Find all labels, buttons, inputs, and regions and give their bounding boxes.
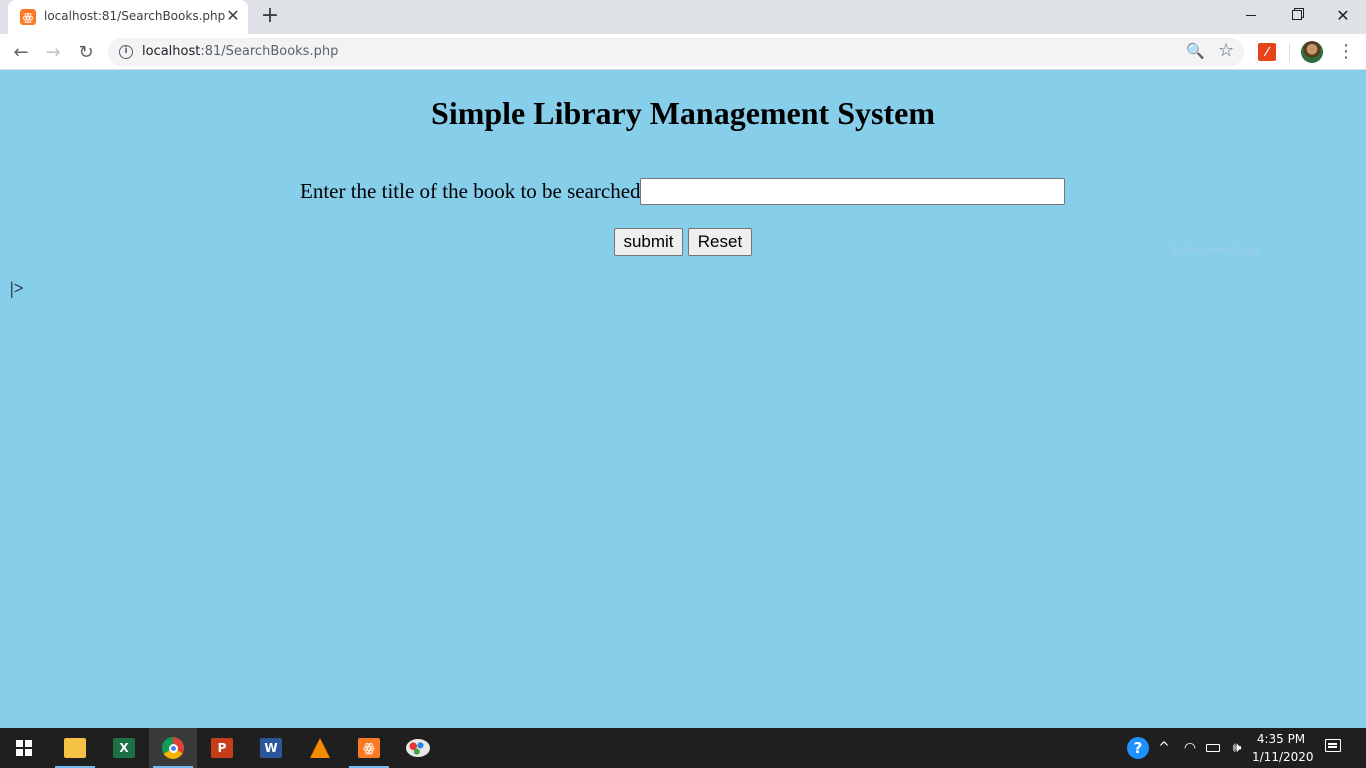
new-tab-button[interactable]: + [258,5,282,29]
stray-text: |> [10,278,24,298]
address-bar[interactable]: i localhost:81/SearchBooks.php 🔍 ☆ [108,38,1244,66]
excel-icon: X [113,738,135,758]
paint-palette-icon [406,739,430,757]
profile-avatar[interactable] [1301,41,1323,63]
restore-button[interactable] [1274,0,1320,30]
restore-icon [1292,10,1302,20]
taskbar-xampp[interactable]: ꙮ [345,728,393,768]
xampp-favicon-icon: ꙮ [20,9,36,25]
close-window-button[interactable]: ✕ [1320,0,1366,30]
search-label: Enter the title of the book to be search… [300,179,652,203]
taskbar-clock[interactable]: 4:35 PM 1/11/2020 [1252,730,1314,766]
bookmark-star-icon[interactable]: ☆ [1218,40,1234,61]
wifi-icon[interactable]: ◠ [1180,738,1200,758]
powerpoint-icon: P [211,738,233,758]
vlc-cone-icon [310,738,330,758]
windows-logo-icon [16,740,32,756]
minimize-icon [1246,14,1256,16]
taskbar-excel[interactable]: X [100,728,148,768]
browser-tab[interactable]: ꙮ localhost:81/SearchBooks.php ✕ [8,0,248,34]
taskbar-powerpoint[interactable]: P [198,728,246,768]
word-icon: W [260,738,282,758]
zoom-icon[interactable]: 🔍 [1186,42,1205,60]
snip-overlay-text: Full-screen Snip [1172,243,1259,257]
menu-icon[interactable]: ⋮ [1336,40,1356,64]
book-title-input[interactable] [640,178,1065,205]
xampp-icon: ꙮ [358,738,380,758]
extension-icon[interactable]: ⁄ [1258,43,1276,61]
help-icon[interactable]: ? [1127,737,1149,759]
taskbar-file-explorer[interactable] [51,728,99,768]
clock-date: 1/11/2020 [1252,750,1314,764]
volume-icon[interactable]: 🕪 [1227,738,1247,758]
show-hidden-icons-chevron-icon[interactable]: ^ [1156,738,1172,758]
minimize-button[interactable] [1228,0,1274,30]
reset-button[interactable]: Reset [688,228,752,256]
battery-icon[interactable] [1204,738,1222,758]
close-tab-icon[interactable]: ✕ [224,7,242,25]
taskbar-chrome[interactable] [149,728,197,768]
start-button[interactable] [0,728,48,768]
page-title: Simple Library Management System [431,95,935,131]
forward-button[interactable]: → [41,40,65,64]
url-path: :81/SearchBooks.php [200,44,339,59]
toolbar-divider [1289,44,1290,62]
windows-taskbar: X P W ꙮ ? ^ ◠ 🕪 4:35 PM 1/11/2020 [0,728,1366,768]
browser-toolbar: ← → ↻ i localhost:81/SearchBooks.php 🔍 ☆… [0,34,1366,70]
close-icon: ✕ [1336,5,1350,25]
tab-title: localhost:81/SearchBooks.php [44,9,226,23]
back-button[interactable]: ← [9,40,33,64]
taskbar-word[interactable]: W [247,728,295,768]
url-host: localhost [142,44,201,59]
url-text[interactable]: localhost:81/SearchBooks.php [142,44,338,59]
clock-time: 4:35 PM [1256,732,1306,746]
taskbar-paint[interactable] [394,728,442,768]
page-content: Simple Library Management System Enter t… [0,71,1366,728]
action-center-icon[interactable] [1320,736,1346,760]
site-info-icon[interactable]: i [119,45,133,59]
taskbar-vlc[interactable] [296,728,344,768]
tab-strip: ꙮ localhost:81/SearchBooks.php ✕ + ✕ [0,0,1366,34]
folder-icon [64,738,86,758]
reload-button[interactable]: ↻ [74,40,98,64]
chrome-icon [162,737,184,759]
submit-button[interactable]: submit [614,228,683,256]
